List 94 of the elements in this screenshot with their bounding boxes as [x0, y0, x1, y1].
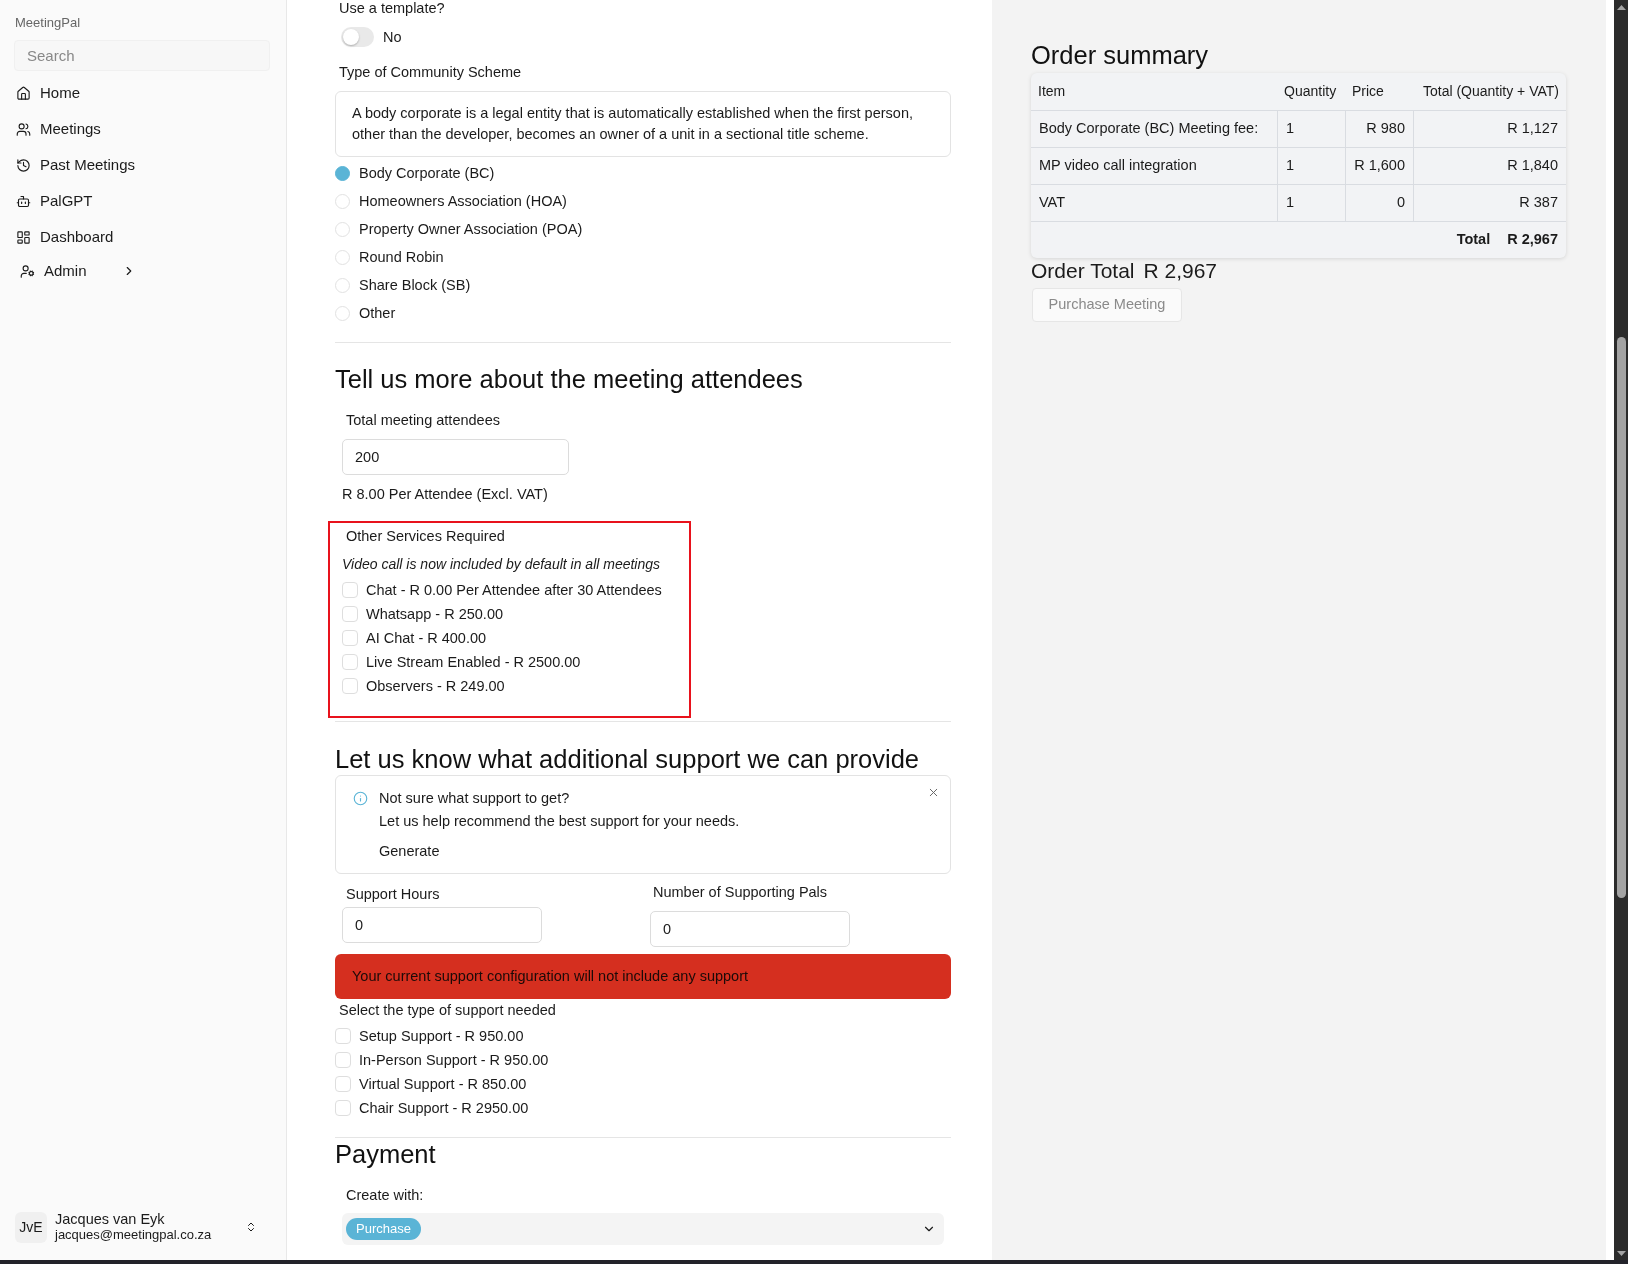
generate-button[interactable]: Generate: [379, 841, 440, 861]
nav-item[interactable]: PalGPT: [16, 183, 93, 219]
radio-label: Other: [359, 304, 396, 323]
total-value: R 2,967: [1507, 230, 1558, 250]
table-cell-text: 1: [1286, 193, 1295, 213]
table-cell-text: Body Corporate (BC) Meeting fee:: [1039, 119, 1259, 139]
nav-item[interactable]: Admin: [20, 255, 136, 287]
user-name: Jacques van Eyk: [55, 1211, 166, 1227]
checkbox-label: Chair Support - R 2950.00: [359, 1099, 529, 1118]
checkbox[interactable]: [342, 678, 358, 694]
tip-text: Let us help recommend the best support for your needs.: [379, 812, 740, 831]
scrollbar-thumb[interactable]: [1617, 337, 1626, 898]
support-hours-field[interactable]: 0: [342, 907, 542, 943]
nav-item[interactable]: Meetings: [16, 111, 101, 147]
supporting-pals-label: Number of Supporting Pals: [653, 883, 828, 902]
template-label: Use a template?: [339, 0, 445, 16]
nav-item[interactable]: Home: [16, 75, 80, 111]
radio-label: Share Block (SB): [359, 276, 471, 295]
attendees-label: Total meeting attendees: [346, 411, 500, 430]
checkbox-label: AI Chat - R 400.00: [366, 629, 487, 648]
checkbox-label: Chat - R 0.00 Per Attendee after 30 Attendees: [366, 581, 662, 600]
scheme-label: Type of Community Scheme: [339, 63, 522, 82]
radio-button[interactable]: [335, 165, 350, 181]
payment-heading: Payment: [335, 1139, 436, 1170]
warning-banner: Your current support configuration will not include any support: [335, 954, 951, 999]
support-types-label: Select the type of support needed: [339, 1001, 556, 1020]
checkbox[interactable]: [342, 654, 358, 670]
checkbox-label: Observers - R 249.00: [366, 677, 505, 696]
checkbox-label: Setup Support - R 950.00: [359, 1027, 524, 1046]
total-label: Total: [1456, 230, 1491, 250]
brand-name: MeetingPal: [15, 14, 81, 31]
order-summary-heading: Order summary: [1031, 40, 1209, 71]
services-title: Other Services Required: [346, 527, 505, 546]
attendee-rate: R 8.00 Per Attendee (Excl. VAT): [342, 485, 548, 504]
house-icon: [16, 85, 31, 101]
users-icon: [16, 121, 31, 137]
radio-label: Round Robin: [359, 248, 444, 267]
support-heading: Let us know what additional support we can provide: [335, 744, 920, 775]
checkbox[interactable]: [342, 582, 358, 598]
services-note: Video call is now included by default in all meetings: [342, 555, 661, 574]
search-field[interactable]: Search: [14, 40, 270, 71]
user-gear-icon: [20, 263, 35, 279]
table-cell-text: VAT: [1039, 193, 1066, 213]
dashboard-icon: [16, 229, 31, 245]
table-cell-text: R 1,840: [1507, 156, 1558, 176]
close-icon[interactable]: [927, 786, 940, 799]
scheme-description: A body corporate is a legal entity that is automatically established when the first person, other than the developer, becomes an owner of a unit in a sectional title scheme.: [335, 91, 951, 157]
history-icon: [16, 157, 31, 173]
attendees-field[interactable]: 200: [342, 439, 569, 475]
checkbox-label: Live Stream Enabled - R 2500.00: [366, 653, 581, 672]
toggle-switch[interactable]: [341, 27, 374, 47]
checkbox[interactable]: [335, 1100, 351, 1116]
checkbox[interactable]: [342, 606, 358, 622]
table-header-cell-text: Price: [1352, 82, 1384, 101]
checkbox-label: In-Person Support - R 950.00: [359, 1051, 549, 1070]
checkbox[interactable]: [335, 1028, 351, 1044]
order-total-label: Order Total: [1031, 258, 1135, 285]
table-cell-text: 1: [1286, 156, 1295, 176]
radio-label: Property Owner Association (POA): [359, 220, 583, 239]
scrollbar[interactable]: [1614, 0, 1628, 1260]
checkbox[interactable]: [335, 1052, 351, 1068]
table-cell-text: R 1,600: [1354, 156, 1405, 176]
user-email: jacques@meetingpal.co.za: [55, 1227, 212, 1243]
checkbox-label: Virtual Support - R 850.00: [359, 1075, 527, 1094]
scroll-down-arrow-icon[interactable]: [1617, 1251, 1626, 1256]
nav-item[interactable]: Past Meetings: [16, 147, 136, 183]
table-cell-text: MP video call integration: [1039, 156, 1197, 176]
robot-icon: [16, 193, 31, 209]
order-total-value: R 2,967: [1143, 258, 1218, 285]
nav-item[interactable]: Dashboard: [16, 219, 114, 255]
selected-option-tag: Purchase: [346, 1218, 421, 1240]
supporting-pals-field[interactable]: 0: [650, 911, 850, 947]
table-header-cell-text: Total (Quantity + VAT): [1422, 82, 1559, 101]
toggle-label: No: [383, 28, 402, 47]
checkbox[interactable]: [335, 1076, 351, 1092]
table-cell-text: R 980: [1366, 119, 1405, 139]
checkbox[interactable]: [342, 630, 358, 646]
table-header-cell-text: Quantity: [1284, 82, 1337, 101]
radio-label: Body Corporate (BC): [359, 164, 495, 183]
tip-title: Not sure what support to get?: [379, 789, 570, 808]
table-cell-text: 0: [1396, 193, 1405, 213]
info-icon: [353, 791, 368, 806]
radio-label: Homeowners Association (HOA): [359, 192, 567, 211]
chevrons-up-down-icon[interactable]: [245, 1220, 257, 1234]
support-hours-label: Support Hours: [346, 885, 440, 904]
scroll-up-arrow-icon[interactable]: [1617, 5, 1626, 10]
table-cell-text: R 1,127: [1507, 119, 1558, 139]
create-with-label: Create with:: [346, 1186, 424, 1205]
table-cell-text: 1: [1286, 119, 1295, 139]
checkbox-label: Whatsapp - R 250.00: [366, 605, 504, 624]
table-cell-text: R 387: [1519, 193, 1558, 213]
user-avatar: JvE: [15, 1211, 47, 1243]
attendees-heading: Tell us more about the meeting attendees: [335, 364, 803, 395]
table-header-cell-text: Item: [1038, 82, 1066, 101]
